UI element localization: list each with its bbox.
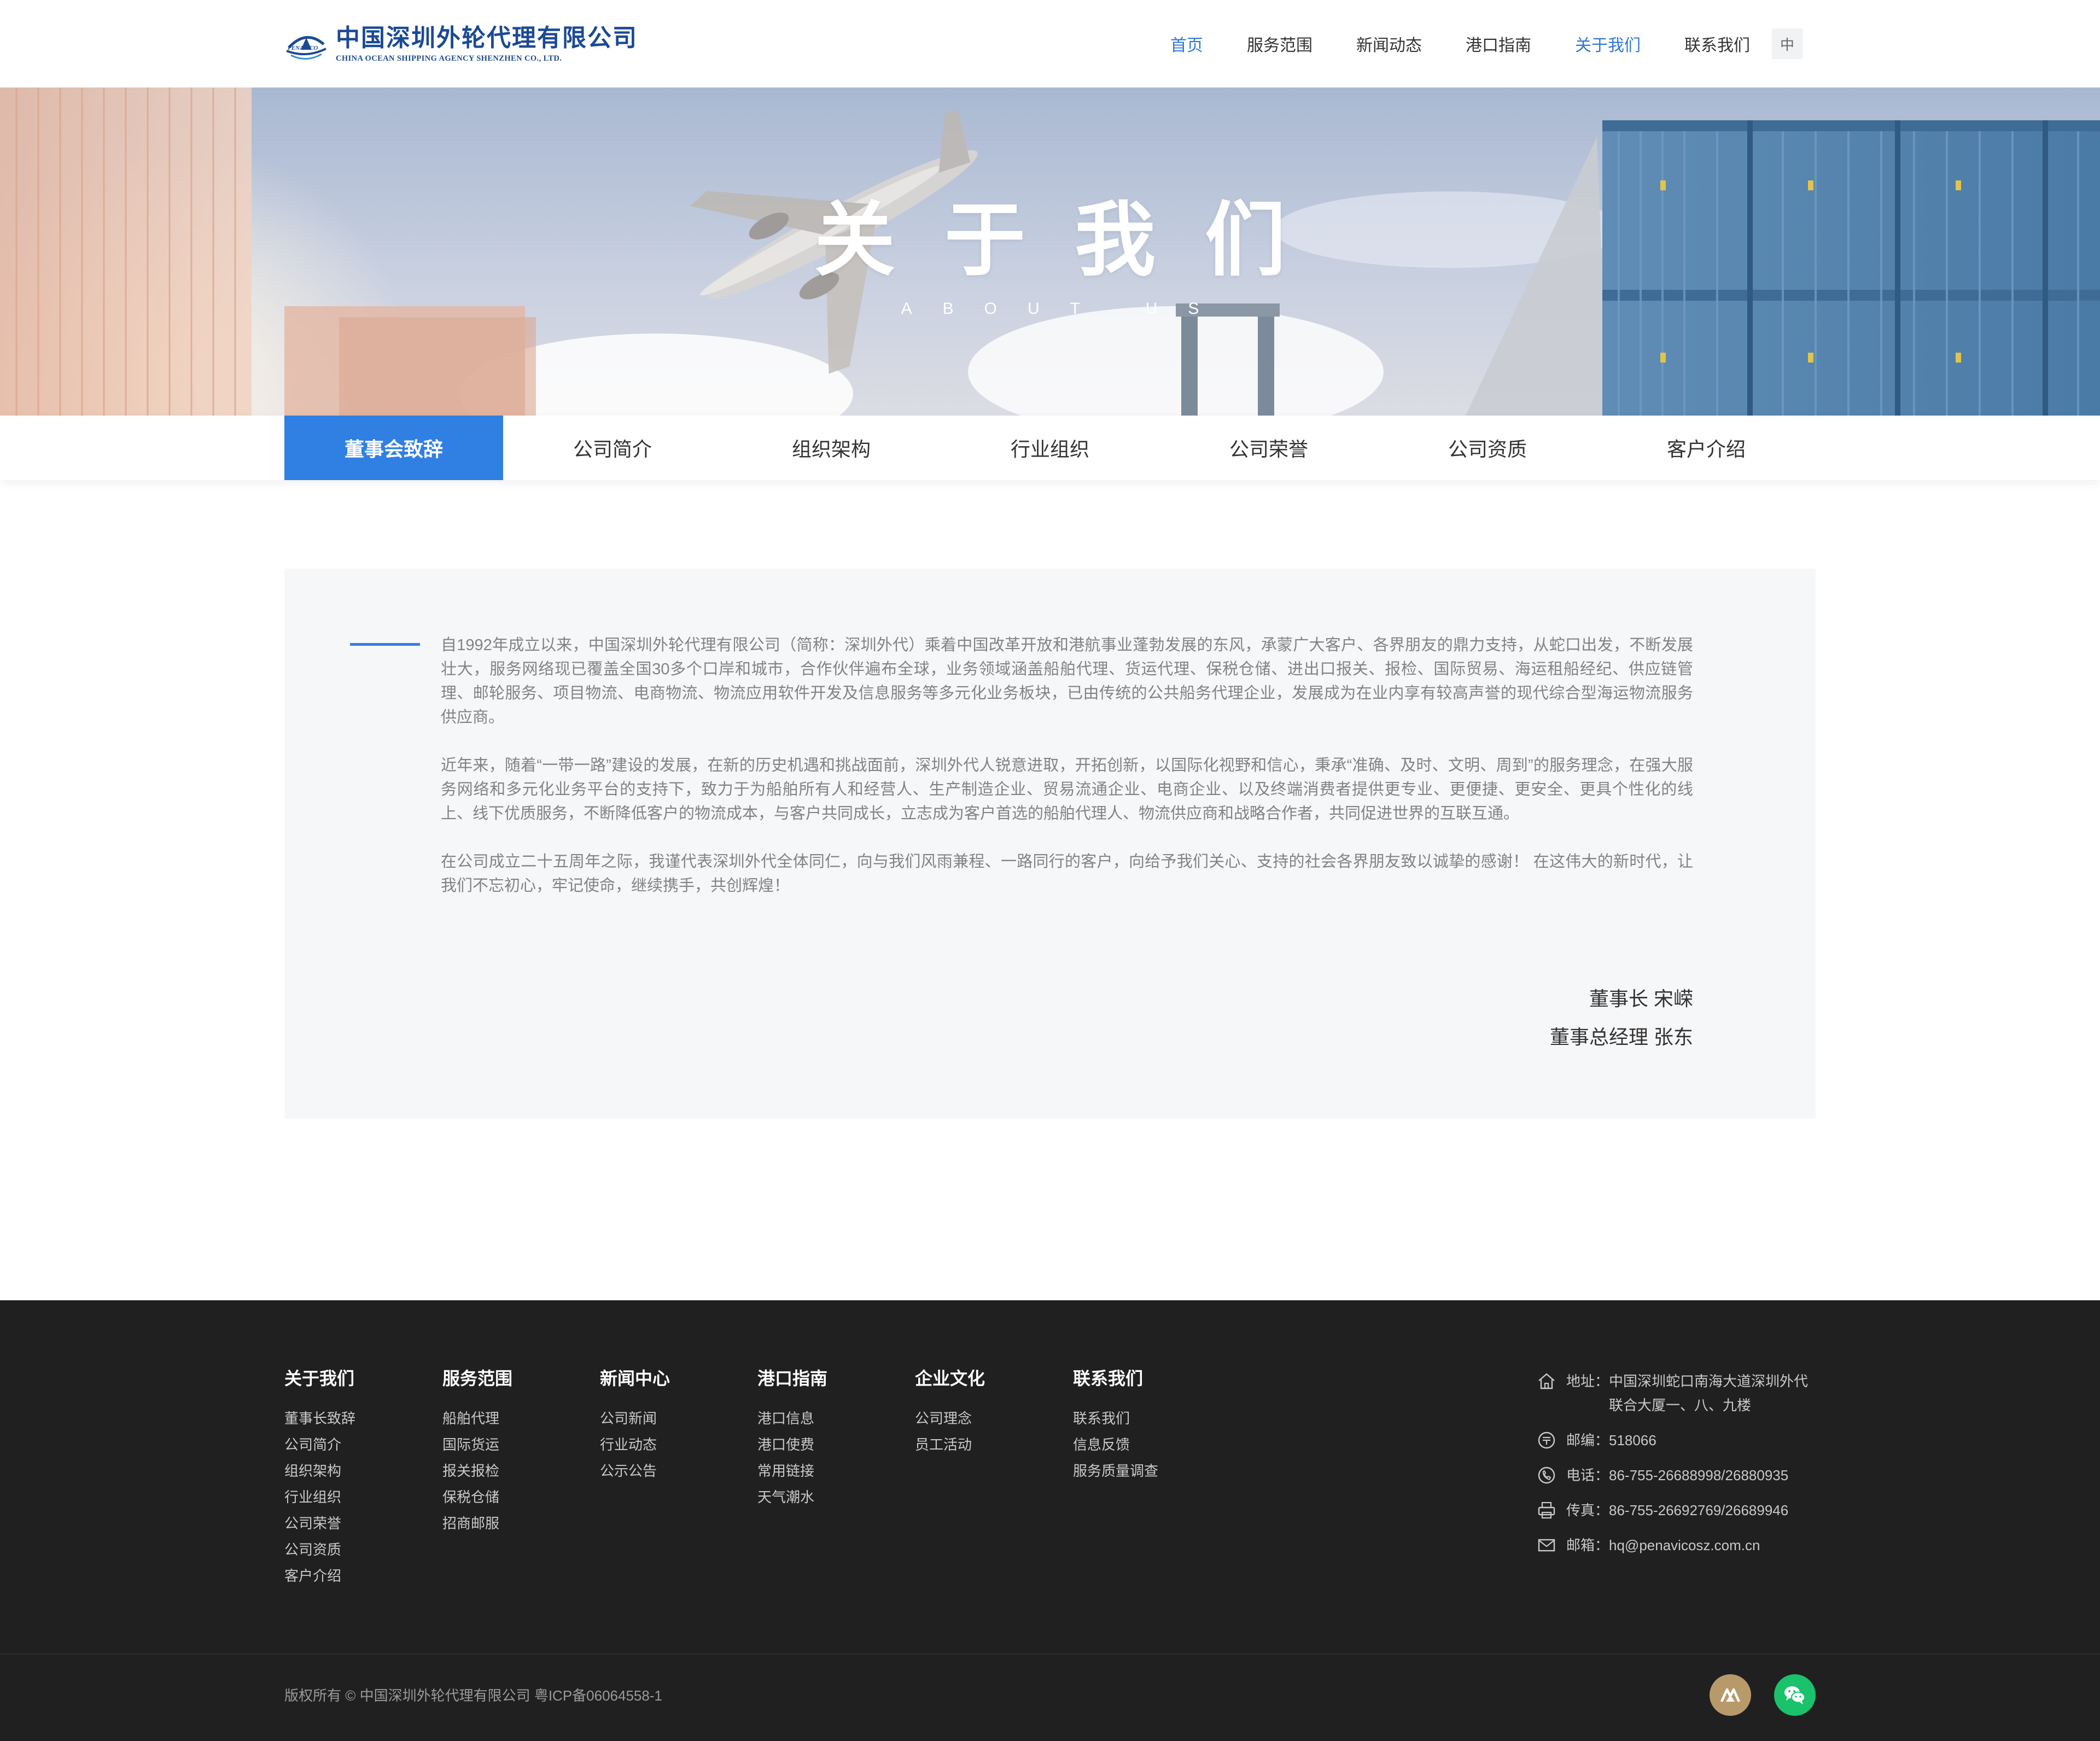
copyright-text: 版权所有 © 中国深圳外轮代理有限公司 粤ICP备06064558-1 [284, 1687, 662, 1704]
contact-label: 地址： [1566, 1373, 1609, 1389]
footer-col-port-guide: 港口指南 港口信息 港口使费 常用链接 天气潮水 [757, 1365, 827, 1510]
contact-address: 地址： 中国深圳蛇口南海大道深圳外代联合大厦一、八、九楼 [1537, 1369, 1821, 1417]
tab-board-address[interactable]: 董事会致辞 [284, 416, 503, 480]
tab-honors[interactable]: 公司荣誉 [1159, 416, 1378, 480]
footer-link[interactable]: 港口使费 [757, 1432, 827, 1458]
footer-link[interactable]: 联系我们 [1073, 1405, 1158, 1432]
tab-industry-org[interactable]: 行业组织 [941, 416, 1159, 480]
footer-link[interactable]: 服务质量调查 [1073, 1458, 1158, 1484]
footer-link[interactable]: 港口信息 [757, 1405, 827, 1432]
about-banner: 关于我们 ABOUT US [0, 87, 2100, 416]
signature-chairman: 董事长 宋嵘 [1589, 988, 1693, 1010]
penavico-logo-icon: PENAVICO [286, 36, 326, 60]
footer-link[interactable]: 公司简介 [284, 1432, 355, 1458]
contact-label: 邮编： [1566, 1432, 1609, 1448]
wechat-button[interactable] [1774, 1674, 1816, 1716]
about-tabs: 董事会致辞 公司简介 组织架构 行业组织 公司荣誉 公司资质 客户介绍 [284, 416, 1816, 480]
board-address-card: 自1992年成立以来，中国深圳外轮代理有限公司（简称：深圳外代）乘着中国改革开放… [284, 569, 1816, 1119]
nav-contact-us[interactable]: 联系我们 [1684, 32, 1750, 56]
footer-col-title: 新闻中心 [600, 1369, 670, 1388]
footer-link[interactable]: 行业组织 [284, 1484, 355, 1510]
contact-phone: 电话： 86-755-26688998/26880935 [1537, 1463, 1821, 1487]
contact-fax: 传真： 86-755-26692769/26689946 [1537, 1498, 1821, 1522]
company-logo[interactable]: PENAVICO 中国深圳外轮代理有限公司 CHINA OCEAN SHIPPI… [284, 22, 638, 66]
mini-program-icon [1720, 1688, 1741, 1702]
nav-home[interactable]: 首页 [1170, 32, 1203, 56]
home-icon [1538, 1373, 1555, 1389]
contact-label: 邮箱： [1566, 1537, 1609, 1553]
contact-value: 518066 [1609, 1432, 1656, 1448]
mini-program-button[interactable] [1710, 1674, 1751, 1716]
wechat-icon [1784, 1686, 1805, 1704]
contact-value: 中国深圳蛇口南海大道深圳外代联合大厦一、八、九楼 [1609, 1373, 1809, 1413]
site-footer: 关于我们 董事长致辞 公司简介 组织架构 行业组织 公司荣誉 公司资质 客户介绍… [0, 1300, 2100, 1741]
footer-link[interactable]: 组织架构 [284, 1458, 355, 1484]
footer-col-title: 关于我们 [284, 1369, 355, 1388]
contact-label: 传真： [1566, 1502, 1609, 1518]
footer-link[interactable]: 公司资质 [284, 1536, 355, 1563]
footer-link[interactable]: 保税仓储 [442, 1484, 512, 1510]
tab-qualifications[interactable]: 公司资质 [1378, 416, 1597, 480]
nav-port-guide[interactable]: 港口指南 [1466, 32, 1531, 56]
footer-link[interactable]: 员工活动 [915, 1432, 985, 1458]
contact-value: 86-755-26688998/26880935 [1609, 1467, 1789, 1483]
contact-email: 邮箱： hq@penavicosz.com.cn [1537, 1533, 1821, 1557]
banner-title: 关于我们 [814, 195, 1335, 285]
footer-divider [0, 1654, 2100, 1655]
tab-company-profile[interactable]: 公司简介 [503, 416, 722, 480]
banner-subtitle: ABOUT US [901, 300, 1230, 318]
footer-col-culture: 企业文化 公司理念 员工活动 [915, 1365, 985, 1458]
footer-link[interactable]: 招商邮服 [442, 1510, 512, 1536]
accent-line [350, 643, 420, 646]
footer-col-services: 服务范围 船舶代理 国际货运 报关报检 保税仓储 招商邮服 [442, 1365, 512, 1536]
contact-value[interactable]: hq@penavicosz.com.cn [1609, 1533, 1760, 1557]
postcode-icon [1538, 1432, 1555, 1449]
tab-organization[interactable]: 组织架构 [722, 416, 941, 480]
mail-icon [1538, 1539, 1555, 1552]
phone-icon [1538, 1467, 1555, 1484]
footer-link[interactable]: 客户介绍 [284, 1563, 355, 1589]
footer-col-about: 关于我们 董事长致辞 公司简介 组织架构 行业组织 公司荣誉 公司资质 客户介绍 [284, 1365, 355, 1589]
footer-link[interactable]: 船舶代理 [442, 1405, 512, 1432]
contact-label: 电话： [1566, 1467, 1609, 1483]
fax-icon [1538, 1502, 1555, 1519]
about-tabs-bar: 董事会致辞 公司简介 组织架构 行业组织 公司荣誉 公司资质 客户介绍 [0, 416, 2100, 480]
footer-link[interactable]: 信息反馈 [1073, 1432, 1158, 1458]
footer-link[interactable]: 董事长致辞 [284, 1405, 355, 1432]
tab-clients[interactable]: 客户介绍 [1597, 416, 1816, 480]
footer-col-title: 联系我们 [1073, 1369, 1144, 1388]
footer-link[interactable]: 公示公告 [600, 1458, 670, 1484]
logo-chinese-name: 中国深圳外轮代理有限公司 [336, 24, 638, 52]
logo-english-name: CHINA OCEAN SHIPPING AGENCY SHENZHEN CO.… [336, 54, 562, 63]
contact-value: 86-755-26692769/26689946 [1609, 1502, 1789, 1518]
footer-link[interactable]: 公司新闻 [600, 1405, 670, 1432]
footer-col-title: 服务范围 [442, 1369, 513, 1388]
nav-about-us[interactable]: 关于我们 [1575, 32, 1641, 56]
footer-col-contact: 联系我们 联系我们 信息反馈 服务质量调查 [1073, 1365, 1158, 1484]
footer-link[interactable]: 常用链接 [757, 1458, 827, 1484]
footer-link[interactable]: 报关报检 [442, 1458, 512, 1484]
contact-postcode: 邮编： 518066 [1537, 1428, 1821, 1452]
footer-col-title: 港口指南 [757, 1369, 828, 1388]
contact-info: 地址： 中国深圳蛇口南海大道深圳外代联合大厦一、八、九楼 邮编： 518066 … [1537, 1369, 1821, 1568]
footer-link[interactable]: 行业动态 [600, 1432, 670, 1458]
signature-general-manager: 董事总经理 张东 [1549, 1026, 1693, 1048]
signatures: 董事长 宋嵘 董事总经理 张东 [1550, 980, 1693, 1056]
footer-link[interactable]: 天气潮水 [757, 1484, 827, 1510]
main-nav: 首页 服务范围 新闻动态 港口指南 关于我们 联系我们 中 [1170, 0, 1802, 87]
footer-col-title: 企业文化 [915, 1369, 985, 1388]
address-paragraph: 近年来，随着“一带一路”建设的发展，在新的历史机遇和挑战面前，深圳外代人锐意进取… [441, 757, 1693, 822]
address-text: 自1992年成立以来，中国深圳外轮代理有限公司（简称：深圳外代）乘着中国改革开放… [441, 633, 1693, 922]
site-header: PENAVICO 中国深圳外轮代理有限公司 CHINA OCEAN SHIPPI… [0, 0, 2100, 87]
footer-link[interactable]: 公司理念 [915, 1405, 985, 1432]
footer-link[interactable]: 国际货运 [442, 1432, 512, 1458]
footer-link[interactable]: 公司荣誉 [284, 1510, 355, 1536]
address-paragraph: 自1992年成立以来，中国深圳外轮代理有限公司（简称：深圳外代）乘着中国改革开放… [441, 636, 1693, 726]
nav-services[interactable]: 服务范围 [1247, 32, 1312, 56]
address-paragraph: 在公司成立二十五周年之际，我谨代表深圳外代全体同仁，向与我们风雨兼程、一路同行的… [441, 853, 1693, 895]
footer-col-news: 新闻中心 公司新闻 行业动态 公示公告 [600, 1365, 670, 1484]
language-switch[interactable]: 中 [1772, 28, 1802, 59]
svg-text:PENAVICO: PENAVICO [288, 45, 318, 51]
nav-news[interactable]: 新闻动态 [1356, 32, 1422, 56]
